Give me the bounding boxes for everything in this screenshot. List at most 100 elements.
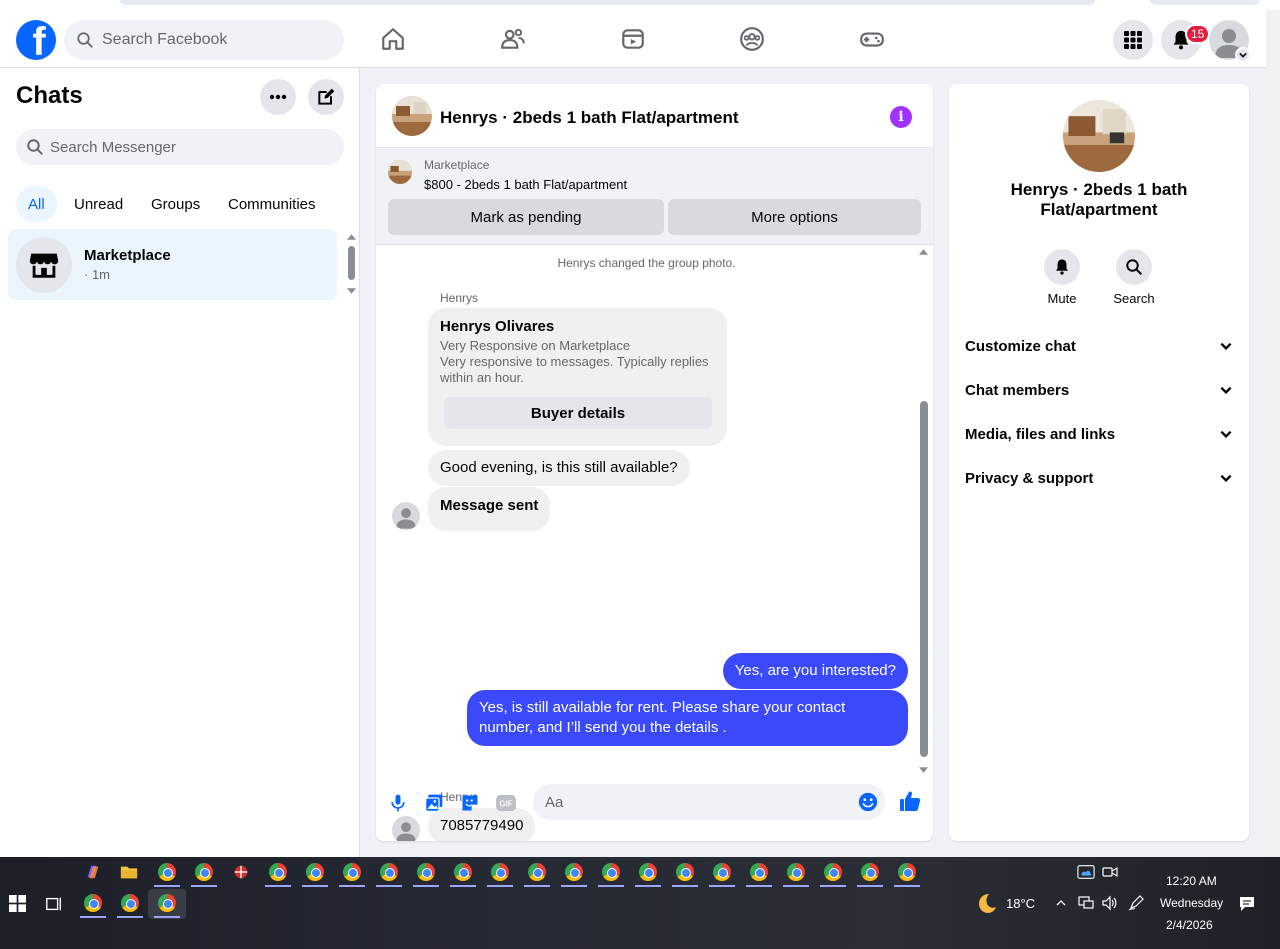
facebook-search-box[interactable] — [64, 20, 344, 60]
section-label: Customize chat — [965, 337, 1076, 355]
profile-name: Henrys Olivares — [440, 318, 555, 335]
chrome-icon[interactable] — [343, 863, 363, 883]
chrome-icon[interactable] — [898, 863, 918, 883]
message-scrollbar[interactable] — [917, 247, 929, 775]
chevron-down-icon[interactable] — [1235, 47, 1251, 63]
menu-grid-icon[interactable] — [1113, 20, 1153, 60]
chrome-icon[interactable] — [861, 863, 881, 883]
mute-label: Mute — [1047, 291, 1077, 306]
chats-sidebar: Chats All Unread Groups Communities Mark… — [0, 68, 360, 857]
chrome-icon[interactable] — [639, 863, 659, 883]
emoji-icon[interactable] — [857, 791, 879, 813]
weather-moon-icon[interactable] — [974, 891, 998, 915]
meet-now-icon[interactable] — [1102, 865, 1118, 879]
chevron-down-icon — [1220, 342, 1232, 350]
chrome-icon[interactable] — [121, 894, 141, 914]
chrome-icon[interactable] — [306, 863, 326, 883]
chrome-icon[interactable] — [417, 863, 437, 883]
listing-mini-thumbnail[interactable] — [388, 160, 412, 184]
chrome-icon[interactable] — [713, 863, 733, 883]
info-icon[interactable]: i — [890, 106, 912, 128]
media-files-links-section[interactable]: Media, files and links — [957, 412, 1241, 456]
clock-date[interactable]: 2/4/2026 — [1166, 918, 1213, 932]
contact-avatar — [392, 502, 420, 530]
microphone-icon[interactable] — [386, 791, 410, 815]
message-composer: GIF — [376, 775, 933, 841]
chat-members-section[interactable]: Chat members — [957, 368, 1241, 412]
mark-as-pending-button[interactable]: Mark as pending — [388, 199, 664, 235]
friends-icon[interactable] — [498, 24, 528, 54]
mute-action[interactable]: Mute — [1032, 249, 1092, 306]
clock-day[interactable]: Wednesday — [1160, 896, 1223, 910]
chrome-icon[interactable] — [824, 863, 844, 883]
profile-responsive-badge: Very Responsive on Marketplace — [440, 338, 631, 353]
group-photo[interactable] — [1063, 100, 1135, 172]
more-options-button[interactable]: More options — [668, 199, 921, 235]
filter-tab-all[interactable]: All — [16, 186, 57, 222]
notification-center-icon[interactable] — [1238, 895, 1256, 913]
customize-chat-section[interactable]: Customize chat — [957, 324, 1241, 368]
page-scrollbar[interactable] — [1266, 10, 1280, 857]
message-input[interactable] — [545, 793, 845, 811]
search-icon[interactable] — [1116, 249, 1152, 285]
photo-gallery-icon[interactable] — [422, 791, 446, 815]
weather-temperature[interactable]: 18°C — [1006, 896, 1035, 911]
chrome-icon[interactable] — [454, 863, 474, 883]
message-input-box[interactable] — [533, 784, 885, 820]
chrome-icon[interactable] — [602, 863, 622, 883]
seller-profile-card: Henrys Olivares Very Responsive on Marke… — [428, 308, 727, 446]
network-app-icon[interactable] — [232, 863, 252, 883]
home-icon[interactable] — [378, 24, 408, 54]
sticker-icon[interactable] — [458, 791, 482, 815]
profile-responsive-description: Very responsive to messages. Typically r… — [440, 354, 709, 385]
new-message-icon[interactable] — [308, 79, 344, 115]
onedrive-icon[interactable] — [1077, 864, 1095, 880]
messenger-search-box[interactable] — [16, 129, 344, 165]
facebook-search-input[interactable] — [102, 31, 322, 49]
privacy-support-section[interactable]: Privacy & support — [957, 456, 1241, 500]
conversation-title: Henrys · 2beds 1 bath Flat/apartment — [440, 108, 739, 127]
windows-start-icon[interactable] — [9, 895, 26, 912]
groups-icon[interactable] — [737, 24, 767, 54]
windows-taskbar: 12:20 AM 18°C Wednesday 2/4/2026 — [0, 857, 1280, 949]
filter-tab-communities[interactable]: Communities — [216, 186, 328, 222]
chrome-icon[interactable] — [269, 863, 289, 883]
search-icon — [77, 32, 93, 48]
listing-thumbnail[interactable] — [392, 96, 432, 136]
facebook-logo-icon[interactable]: f — [16, 20, 56, 60]
chrome-icon[interactable] — [676, 863, 696, 883]
chevron-down-icon — [1220, 386, 1232, 394]
video-icon[interactable] — [618, 24, 648, 54]
chat-list-scrollbar[interactable] — [345, 232, 357, 298]
clock-time-top[interactable]: 12:20 AM — [1166, 874, 1217, 888]
chrome-icon[interactable] — [787, 863, 807, 883]
chevron-up-icon[interactable] — [1055, 897, 1067, 909]
copilot-icon[interactable] — [84, 863, 104, 883]
chrome-icon[interactable] — [750, 863, 770, 883]
messenger-search-input[interactable] — [50, 138, 320, 156]
volume-icon[interactable] — [1101, 895, 1117, 911]
gif-icon[interactable]: GIF — [494, 791, 518, 815]
filter-tab-groups[interactable]: Groups — [139, 186, 212, 222]
file-explorer-icon[interactable] — [120, 863, 140, 883]
filter-tab-unread[interactable]: Unread — [62, 186, 135, 222]
thumbs-up-icon[interactable] — [898, 789, 922, 813]
mute-bell-icon[interactable] — [1044, 249, 1080, 285]
search-action[interactable]: Search — [1104, 249, 1164, 306]
chrome-icon[interactable] — [158, 894, 178, 914]
listing-price-title[interactable]: $800 - 2beds 1 bath Flat/apartment — [424, 177, 627, 192]
buyer-details-button[interactable]: Buyer details — [444, 397, 712, 429]
chrome-icon[interactable] — [491, 863, 511, 883]
chrome-icon[interactable] — [380, 863, 400, 883]
chrome-icon[interactable] — [158, 863, 178, 883]
gaming-icon[interactable] — [857, 24, 887, 54]
chrome-icon[interactable] — [84, 894, 104, 914]
chrome-icon[interactable] — [565, 863, 585, 883]
pen-icon[interactable] — [1128, 895, 1144, 911]
chat-list-item[interactable]: Marketplace · 1m — [8, 229, 337, 300]
task-view-icon[interactable] — [45, 895, 63, 913]
chrome-icon[interactable] — [528, 863, 548, 883]
more-options-icon[interactable] — [260, 79, 296, 115]
network-icon[interactable] — [1078, 895, 1094, 911]
chrome-icon[interactable] — [195, 863, 215, 883]
